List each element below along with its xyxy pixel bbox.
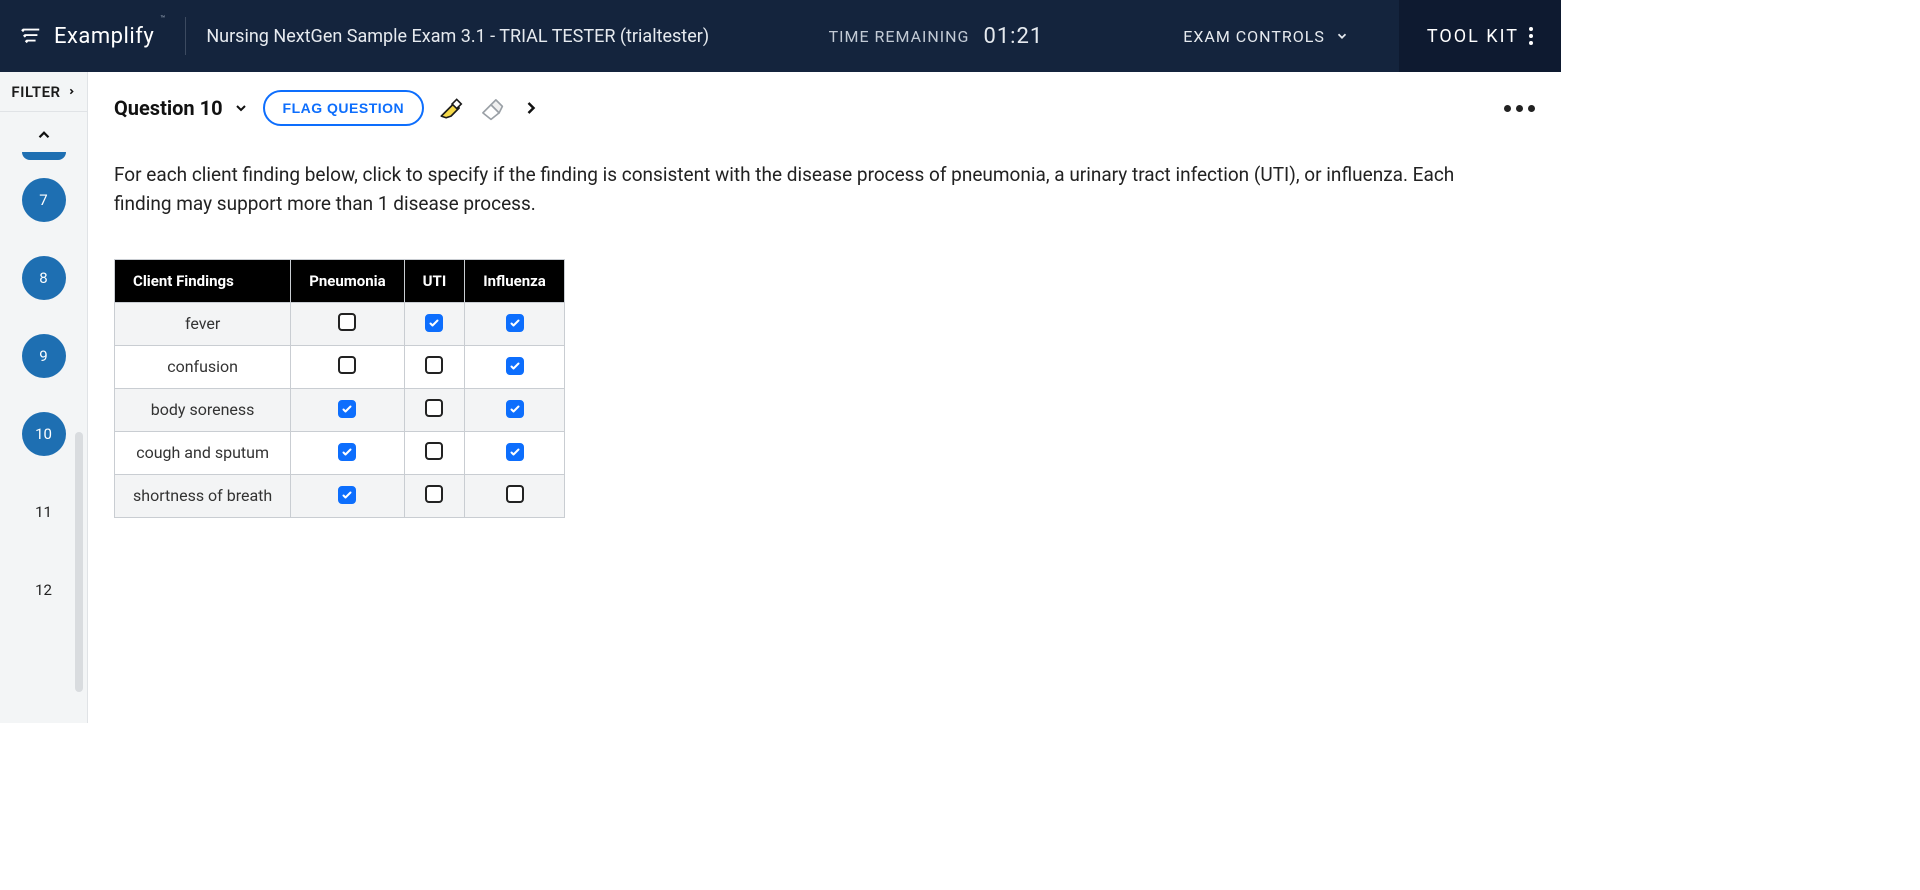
exam-controls-label: EXAM CONTROLS [1183, 27, 1325, 46]
matrix-row: shortness of breath [115, 474, 565, 517]
matrix-cell [291, 345, 404, 388]
matrix-cell [404, 388, 465, 431]
checkbox[interactable] [338, 486, 356, 504]
matrix-cell [404, 431, 465, 474]
matrix-cell [291, 474, 404, 517]
finding-label: shortness of breath [115, 474, 291, 517]
checkbox[interactable] [338, 313, 356, 331]
matrix-header-findings: Client Findings [115, 259, 291, 302]
matrix-row: body soreness [115, 388, 565, 431]
eraser-tool[interactable] [478, 95, 504, 121]
matrix-cell [404, 302, 465, 345]
matrix-header-pneumonia: Pneumonia [291, 259, 404, 302]
checkbox[interactable] [506, 357, 524, 375]
finding-label: cough and sputum [115, 431, 291, 474]
divider [185, 17, 186, 55]
question-nav-peek[interactable] [22, 152, 66, 160]
checkbox[interactable] [506, 314, 524, 332]
checkbox[interactable] [506, 443, 524, 461]
checkbox[interactable] [506, 400, 524, 418]
matrix-header-uti: UTI [404, 259, 465, 302]
question-area: Question 10 FLAG QUESTION [88, 72, 1561, 723]
finding-label: confusion [115, 345, 291, 388]
question-nav-7[interactable]: 7 [22, 178, 66, 222]
findings-matrix-table: Client FindingsPneumoniaUTIInfluenza fev… [114, 259, 565, 518]
more-vertical-icon [1529, 27, 1533, 45]
scroll-up-button[interactable] [35, 126, 53, 148]
trademark: ™ [160, 14, 165, 23]
checkbox[interactable] [425, 314, 443, 332]
checkbox[interactable] [338, 356, 356, 374]
finding-label: fever [115, 302, 291, 345]
matrix-header-influenza: Influenza [465, 259, 565, 302]
chevron-up-icon [35, 126, 53, 144]
matrix-cell [404, 474, 465, 517]
matrix-cell [291, 388, 404, 431]
exam-title: Nursing NextGen Sample Exam 3.1 - TRIAL … [206, 26, 709, 47]
chevron-down-icon [1335, 29, 1349, 43]
checkbox[interactable] [506, 485, 524, 503]
matrix-cell [404, 345, 465, 388]
toolkit-label: TOOL KIT [1427, 26, 1519, 47]
question-nav-12[interactable]: 12 [22, 568, 66, 612]
sidebar-scrollbar[interactable] [75, 432, 83, 692]
highlighter-icon [438, 95, 464, 121]
matrix-cell [465, 431, 565, 474]
brand-name: Examplify [54, 24, 154, 49]
filter-button[interactable]: FILTER [0, 72, 87, 112]
matrix-cell [465, 388, 565, 431]
matrix-cell [465, 345, 565, 388]
checkbox[interactable] [338, 400, 356, 418]
toolkit-menu[interactable]: TOOL KIT [1399, 0, 1561, 72]
more-horizontal-icon [1504, 105, 1535, 112]
matrix-row: cough and sputum [115, 431, 565, 474]
checkbox[interactable] [338, 443, 356, 461]
matrix-row: confusion [115, 345, 565, 388]
checkbox[interactable] [425, 356, 443, 374]
matrix-cell [291, 431, 404, 474]
checkbox[interactable] [425, 485, 443, 503]
chevron-right-icon [521, 98, 541, 118]
highlighter-tool[interactable] [438, 95, 464, 121]
checkbox[interactable] [425, 399, 443, 417]
brand-logo-icon [20, 25, 42, 47]
question-number-label: Question 10 [114, 96, 223, 120]
checkbox[interactable] [425, 442, 443, 460]
matrix-cell [291, 302, 404, 345]
flag-question-button[interactable]: FLAG QUESTION [263, 90, 425, 126]
question-nav-8[interactable]: 8 [22, 256, 66, 300]
finding-label: body soreness [115, 388, 291, 431]
time-label: TIME REMAINING [829, 27, 970, 46]
eraser-icon [478, 95, 504, 121]
brand: Examplify ™ [0, 0, 165, 72]
question-nav-9[interactable]: 9 [22, 334, 66, 378]
app-header: Examplify ™ Nursing NextGen Sample Exam … [0, 0, 1561, 72]
next-question-button[interactable] [518, 95, 544, 121]
question-nav-11[interactable]: 11 [22, 490, 66, 534]
matrix-cell [465, 302, 565, 345]
matrix-cell [465, 474, 565, 517]
question-nav-10[interactable]: 10 [22, 412, 66, 456]
matrix-row: fever [115, 302, 565, 345]
exam-controls-menu[interactable]: EXAM CONTROLS [1183, 27, 1349, 46]
chevron-down-icon [233, 100, 249, 116]
chevron-right-icon [67, 87, 76, 96]
time-value: 01:21 [983, 24, 1043, 49]
time-remaining[interactable]: TIME REMAINING 01:21 [829, 24, 1044, 49]
question-prompt: For each client finding below, click to … [114, 160, 1514, 219]
question-toolbar: Question 10 FLAG QUESTION [114, 90, 1535, 126]
more-options-button[interactable] [1504, 105, 1535, 112]
question-nav-sidebar: FILTER 7 8 9 10 11 12 [0, 72, 88, 723]
filter-label: FILTER [11, 83, 60, 101]
question-number-dropdown[interactable]: Question 10 [114, 96, 249, 120]
